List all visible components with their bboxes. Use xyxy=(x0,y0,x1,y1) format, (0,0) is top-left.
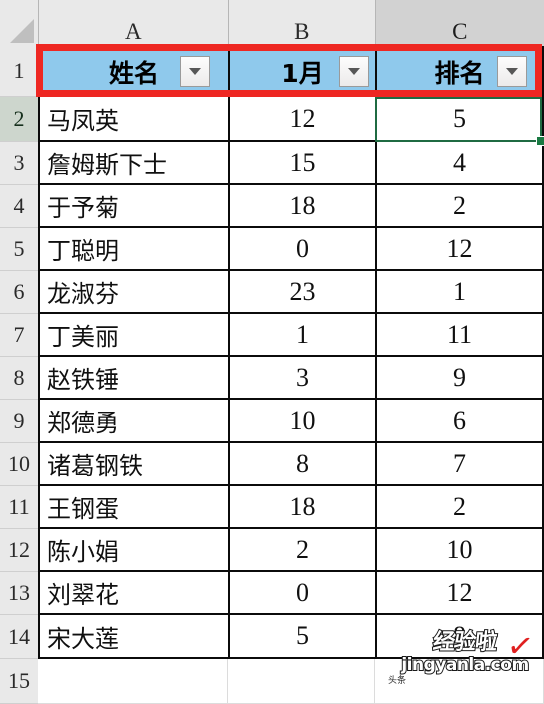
cell-a15[interactable] xyxy=(38,659,228,704)
cell-b15[interactable] xyxy=(228,659,375,704)
row-header-6[interactable]: 6 xyxy=(0,271,38,314)
cell-b4[interactable]: 18 xyxy=(228,185,375,228)
cell-a3[interactable]: 詹姆斯下士 xyxy=(38,142,228,185)
cell-b3[interactable]: 15 xyxy=(228,142,375,185)
cell-b13[interactable]: 0 xyxy=(228,572,375,615)
cell-c13[interactable]: 12 xyxy=(375,572,544,615)
cell-c6[interactable]: 1 xyxy=(375,271,544,314)
cell-c2[interactable]: 5 xyxy=(375,97,544,142)
cell-c11[interactable]: 2 xyxy=(375,486,544,529)
row-header-9[interactable]: 9 xyxy=(0,400,38,443)
row-header-12[interactable]: 12 xyxy=(0,529,38,572)
row-header-4[interactable]: 4 xyxy=(0,185,38,228)
filter-button-rank[interactable] xyxy=(497,56,527,87)
cell-b12[interactable]: 2 xyxy=(228,529,375,572)
cell-c15[interactable] xyxy=(375,659,544,704)
cell-b7[interactable]: 1 xyxy=(228,314,375,357)
filter-button-month[interactable] xyxy=(339,56,369,87)
cell-b11[interactable]: 18 xyxy=(228,486,375,529)
cell-b2[interactable]: 12 xyxy=(228,97,375,142)
cell-b8[interactable]: 3 xyxy=(228,357,375,400)
cell-c9[interactable]: 6 xyxy=(375,400,544,443)
cell-a9[interactable]: 郑德勇 xyxy=(38,400,228,443)
cell-c10[interactable]: 7 xyxy=(375,443,544,486)
cell-b9[interactable]: 10 xyxy=(228,400,375,443)
row-header-7[interactable]: 7 xyxy=(0,314,38,357)
cell-b5[interactable]: 0 xyxy=(228,228,375,271)
cell-c3[interactable]: 4 xyxy=(375,142,544,185)
cell-a5[interactable]: 丁聪明 xyxy=(38,228,228,271)
fill-handle[interactable] xyxy=(536,136,544,146)
cell-a11[interactable]: 王钢蛋 xyxy=(38,486,228,529)
cell-c4[interactable]: 2 xyxy=(375,185,544,228)
cell-c8[interactable]: 9 xyxy=(375,357,544,400)
row-header-11[interactable]: 11 xyxy=(0,486,38,529)
row-header-2[interactable]: 2 xyxy=(0,97,38,142)
cell-a10[interactable]: 诸葛钢铁 xyxy=(38,443,228,486)
cell-b14[interactable]: 5 xyxy=(228,615,375,659)
cell-a8[interactable]: 赵铁锤 xyxy=(38,357,228,400)
cell-c7[interactable]: 11 xyxy=(375,314,544,357)
cell-b10[interactable]: 8 xyxy=(228,443,375,486)
filter-button-name[interactable] xyxy=(180,56,210,87)
cell-c5[interactable]: 12 xyxy=(375,228,544,271)
cell-a4[interactable]: 于予菊 xyxy=(38,185,228,228)
row-header-13[interactable]: 13 xyxy=(0,572,38,615)
row-header-8[interactable]: 8 xyxy=(0,357,38,400)
cell-a7[interactable]: 丁美丽 xyxy=(38,314,228,357)
row-header-3[interactable]: 3 xyxy=(0,142,38,185)
select-all-triangle-icon xyxy=(10,19,34,43)
select-all-corner-button[interactable] xyxy=(0,0,38,46)
row-header-1[interactable]: 1 xyxy=(0,46,38,97)
column-header-strip: A B C xyxy=(0,0,544,46)
row-header-15[interactable]: 15 xyxy=(0,659,38,704)
cell-a6[interactable]: 龙淑芬 xyxy=(38,271,228,314)
column-header-b[interactable]: B xyxy=(228,0,375,46)
cell-c12[interactable]: 10 xyxy=(375,529,544,572)
spreadsheet-grid: A B C 1 2 3 4 5 6 7 8 9 10 11 12 13 14 1… xyxy=(0,0,544,704)
row-header-14[interactable]: 14 xyxy=(0,615,38,659)
chevron-down-icon xyxy=(189,68,201,75)
chevron-down-icon xyxy=(506,68,518,75)
cell-a12[interactable]: 陈小娟 xyxy=(38,529,228,572)
cell-b6[interactable]: 23 xyxy=(228,271,375,314)
cell-a14[interactable]: 宋大莲 xyxy=(38,615,228,659)
column-header-a[interactable]: A xyxy=(38,0,228,46)
row-header-5[interactable]: 5 xyxy=(0,228,38,271)
row-header-10[interactable]: 10 xyxy=(0,443,38,486)
cell-a13[interactable]: 刘翠花 xyxy=(38,572,228,615)
cell-c14[interactable]: 8 xyxy=(375,615,544,659)
chevron-down-icon xyxy=(348,68,360,75)
column-header-c[interactable]: C xyxy=(375,0,544,46)
cell-a2[interactable]: 马凤英 xyxy=(38,97,228,142)
